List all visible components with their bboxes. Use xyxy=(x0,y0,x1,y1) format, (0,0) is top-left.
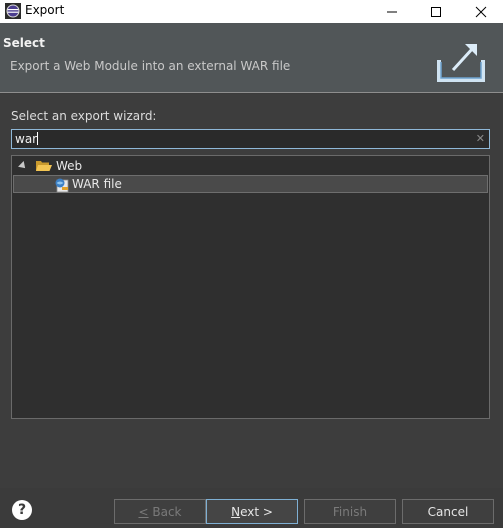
tree-item-label: Web xyxy=(56,159,83,173)
maximize-icon xyxy=(431,6,441,17)
finish-label: Finish xyxy=(332,504,368,519)
back-mnemonic: < xyxy=(138,504,149,519)
close-button[interactable] xyxy=(459,0,503,23)
tree-item-web[interactable]: Web xyxy=(13,157,488,175)
question-mark-icon: ? xyxy=(17,502,27,518)
expand-toggle-icon[interactable] xyxy=(18,161,28,171)
cancel-label: Cancel xyxy=(427,504,469,519)
banner-title: Select xyxy=(3,36,45,50)
minimize-icon xyxy=(387,11,397,12)
eclipse-icon xyxy=(5,3,21,19)
wizard-filter-input[interactable]: war ✕ xyxy=(11,129,490,149)
text-caret xyxy=(37,132,39,145)
wizard-tree[interactable]: Web WAR file xyxy=(11,155,490,419)
next-button[interactable]: Next > xyxy=(206,499,298,524)
tree-item-war-file[interactable]: WAR file xyxy=(13,175,488,193)
filter-text: war xyxy=(15,132,38,146)
window-title: Export xyxy=(25,3,65,17)
banner-description: Export a Web Module into an external WAR… xyxy=(10,59,291,73)
wizard-banner: Select Export a Web Module into an exter… xyxy=(0,23,503,93)
war-file-icon xyxy=(55,178,69,193)
export-wizard-prompt: Select an export wizard: xyxy=(11,109,157,123)
finish-button[interactable]: Finish xyxy=(304,499,396,524)
tree-item-label: WAR file xyxy=(72,177,122,191)
title-bar: Export xyxy=(0,0,503,23)
minimize-button[interactable] xyxy=(370,0,414,23)
next-mnemonic: N xyxy=(231,504,241,519)
folder-open-icon xyxy=(36,161,52,171)
back-label: Back xyxy=(148,504,182,519)
clear-filter-icon[interactable]: ✕ xyxy=(476,132,485,145)
back-button[interactable]: < Back xyxy=(114,499,206,524)
maximize-button[interactable] xyxy=(414,0,458,23)
export-wizard-icon xyxy=(437,44,485,82)
cancel-button[interactable]: Cancel xyxy=(402,499,494,524)
close-icon xyxy=(475,6,487,17)
next-label: ext > xyxy=(240,504,273,519)
help-button[interactable]: ? xyxy=(12,500,32,520)
